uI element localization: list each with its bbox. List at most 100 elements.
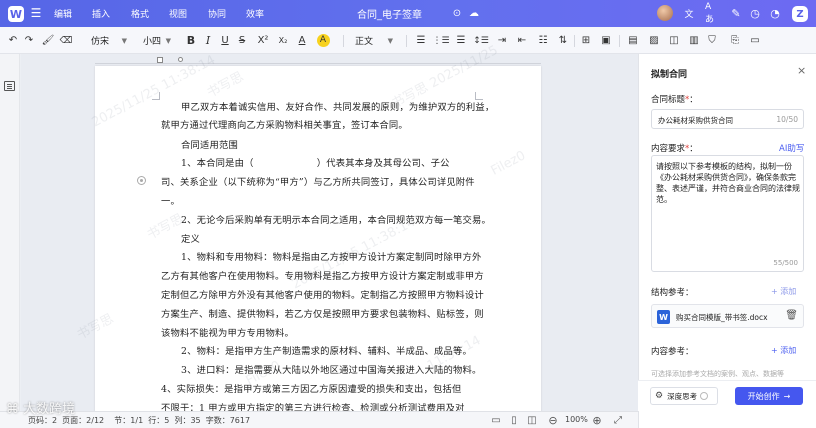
document-page[interactable]: 2025/11/25 11:38:14 书写思 书写思 2025/11/25 F… [75, 43, 541, 428]
paragraph-line[interactable]: 3、进口料：是指需要从大陆以外地区通过中国海关报进入大陆的物料。 [181, 362, 482, 376]
menu-view[interactable]: 视图 [169, 0, 187, 27]
highlight-icon[interactable]: A [316, 31, 330, 50]
translate-icon[interactable]: 文 [682, 6, 696, 20]
content-char-count: 55/500 [773, 259, 798, 267]
ai-assist-link[interactable]: AI助写 [779, 142, 804, 154]
paragraph-line[interactable]: 司、关系企业（以下统称为“甲方”）与乙方所共同签订，具体公司详见附件 [161, 174, 475, 188]
structure-file-item[interactable]: W 购买合同模版_带书签.docx 🗑 [651, 304, 804, 328]
menu-collab[interactable]: 协同 [208, 0, 226, 27]
indent-icon[interactable]: ⇥ [495, 31, 509, 50]
paragraph-line[interactable]: 就甲方通过代理商向乙方采购物料相关事宜，签订本合同。 [161, 117, 408, 131]
zoom-in-icon[interactable]: ⊕ [591, 414, 603, 427]
list-icon[interactable]: ☰ [414, 31, 428, 50]
table-icon[interactable]: ⊞ [579, 31, 593, 50]
eraser-icon[interactable]: ⌫ [59, 31, 73, 50]
font-size-select[interactable]: 小四 ▼ [138, 31, 176, 50]
more-icon[interactable]: ▭ [748, 31, 762, 50]
sort-icon[interactable]: ⇅ [556, 31, 570, 50]
image-icon[interactable]: ▨ [647, 31, 661, 50]
font-family-select[interactable]: 仿宋 ▼ [86, 31, 132, 50]
paragraph-line[interactable]: 乙方有其他客户在使用物料。专用物料是指乙方按甲方设计方案定制或非甲方 [161, 268, 484, 282]
ruler[interactable] [95, 57, 541, 64]
content-ref-add-link[interactable]: + 添加 [771, 345, 796, 356]
brand-text: 大数跨境 [23, 402, 76, 417]
notification-icon[interactable]: ◔ [768, 6, 782, 20]
watermark: 书写思 [204, 69, 247, 102]
paragraph-handle-icon[interactable] [137, 176, 146, 185]
numbered-list-icon[interactable]: ⋮☰ [432, 31, 449, 50]
content-ref-label: 内容参考： [651, 347, 694, 357]
ruler-marker[interactable] [178, 57, 183, 62]
paragraph-line[interactable]: 方案生产、制造、提供物料，若乙方仅是按照甲方要求包装物料、贴标签，则 [161, 306, 484, 320]
paragraph-line[interactable]: 1、本合同是由（ ）代表其本身及其母公司、子公 [181, 155, 450, 169]
line-spacing-icon[interactable]: ↕☰ [473, 31, 489, 50]
text-tool-icon[interactable]: Aあ [705, 2, 719, 25]
content-ref-placeholder[interactable]: 可选择添加参考文档的案例、观点、数据等 [651, 369, 804, 379]
outline-icon[interactable] [4, 81, 15, 91]
paragraph-style-select[interactable]: 正文 ▼ [350, 31, 398, 50]
format-toolbar: ↶ ↷ 🖌 ⌫ 仿宋 ▼ 小四 ▼ B I U S X² X₂ A A 正文 ▼ ☰ … [0, 27, 816, 54]
font-color-icon[interactable]: A [295, 31, 309, 50]
deep-think-toggle[interactable]: ⚙ 深度思考 [650, 387, 718, 405]
structure-add-link[interactable]: + 添加 [771, 286, 796, 297]
strikethrough-icon[interactable]: S [235, 31, 249, 50]
zoom-out-icon[interactable]: ⊖ [547, 414, 559, 427]
menu-insert[interactable]: 插入 [92, 0, 110, 27]
paragraph-line[interactable]: 2、无论今后采购单有无明示本合同之适用，本合同规范双方每一笔交易。 [181, 212, 491, 226]
format-painter-icon[interactable]: 🖌 [41, 31, 55, 50]
menu-format[interactable]: 格式 [131, 0, 149, 27]
web-view-icon[interactable]: ◫ [526, 414, 538, 426]
menu-edit[interactable]: 编辑 [54, 0, 72, 27]
subscript-icon[interactable]: X₂ [276, 31, 290, 50]
paragraph-line[interactable]: 1、物料和专用物料：物料是指由乙方按甲方设计方案定制同时除甲方外 [181, 249, 482, 263]
chevron-down-icon: ▼ [165, 36, 171, 45]
structure-ref-label: 结构参考： [651, 288, 694, 298]
menu-efficiency[interactable]: 效率 [246, 0, 264, 27]
font-size-value: 小四 [143, 37, 162, 47]
shield-icon[interactable]: ⛉ [704, 31, 720, 50]
history-icon[interactable]: ◷ [748, 6, 762, 20]
paragraph-line[interactable]: 一。 [161, 193, 180, 207]
app-logo[interactable]: W [8, 6, 24, 22]
start-creation-button[interactable]: 开始创作 → [735, 387, 803, 405]
trash-icon[interactable]: 🗑 [785, 310, 798, 321]
read-mode-icon[interactable]: ▭ [490, 414, 502, 426]
undo-icon[interactable]: ↶ [6, 31, 20, 50]
paragraph-line[interactable]: 2、物料：是指甲方生产制造需求的原材料、辅料、半成品、成品等。 [181, 343, 472, 357]
ruler-marker[interactable] [157, 57, 163, 63]
zoom-level[interactable]: 100% [565, 415, 588, 424]
assistant-button[interactable]: Z [792, 6, 808, 22]
close-icon[interactable]: × [797, 64, 806, 77]
section-heading[interactable]: 定义 [181, 231, 200, 245]
document-title[interactable]: 合同_电子签章 [357, 0, 422, 27]
page-view-icon[interactable]: ▯ [508, 414, 520, 426]
hamburger-menu-icon[interactable]: ☰ [29, 6, 43, 20]
link-icon[interactable]: ⎘ [728, 31, 742, 50]
contract-title-input[interactable]: 办公耗材采购供货合同 10/50 [651, 109, 804, 129]
edit-icon[interactable]: ✎ [729, 6, 743, 20]
cloud-icon[interactable]: ☁ [467, 6, 481, 20]
paragraph-line[interactable]: 4、实际损失：是指甲方或第三方因乙方原因遭受的损失和支出，包括但 [161, 381, 462, 395]
paragraph-line[interactable]: 定制但乙方除甲方外没有其他客户使用的物料。定制指乙方按照甲方物料设计 [161, 287, 484, 301]
chart-icon[interactable]: ▥ [687, 31, 701, 50]
redo-icon[interactable]: ↷ [22, 31, 36, 50]
paragraph-line[interactable]: 甲乙双方本着诚实信用、友好合作、共同发展的原则，为维护双方的利益， [181, 99, 494, 113]
bold-icon[interactable]: B [184, 31, 198, 50]
frame-icon[interactable]: ▣ [599, 31, 613, 50]
brand-logo-icon: ⌘ [6, 402, 24, 417]
fit-window-icon[interactable]: ⤢ [612, 414, 624, 426]
left-sidebar [0, 54, 20, 428]
underline-icon[interactable]: U [218, 31, 232, 50]
shape-icon[interactable]: ◫ [667, 31, 681, 50]
italic-icon[interactable]: I [201, 31, 215, 50]
text-box-icon[interactable]: ▤ [626, 31, 640, 50]
content-requirement-textarea[interactable]: 请按照以下参考模板的结构，拟制一份《办公耗材采购供货合同》，确保条款完整、表述严… [651, 155, 804, 272]
paragraph-line[interactable]: 该物料不能视为甲方专用物料。 [161, 325, 294, 339]
outdent-icon[interactable]: ⇤ [515, 31, 529, 50]
avatar[interactable] [657, 5, 673, 21]
superscript-icon[interactable]: X² [255, 31, 271, 50]
section-heading[interactable]: 合同适用范围 [181, 137, 238, 151]
watermark: Filez0 [488, 148, 529, 179]
align-icon[interactable]: ☰ [454, 31, 468, 50]
bullet-icon[interactable]: ☷ [536, 31, 550, 50]
